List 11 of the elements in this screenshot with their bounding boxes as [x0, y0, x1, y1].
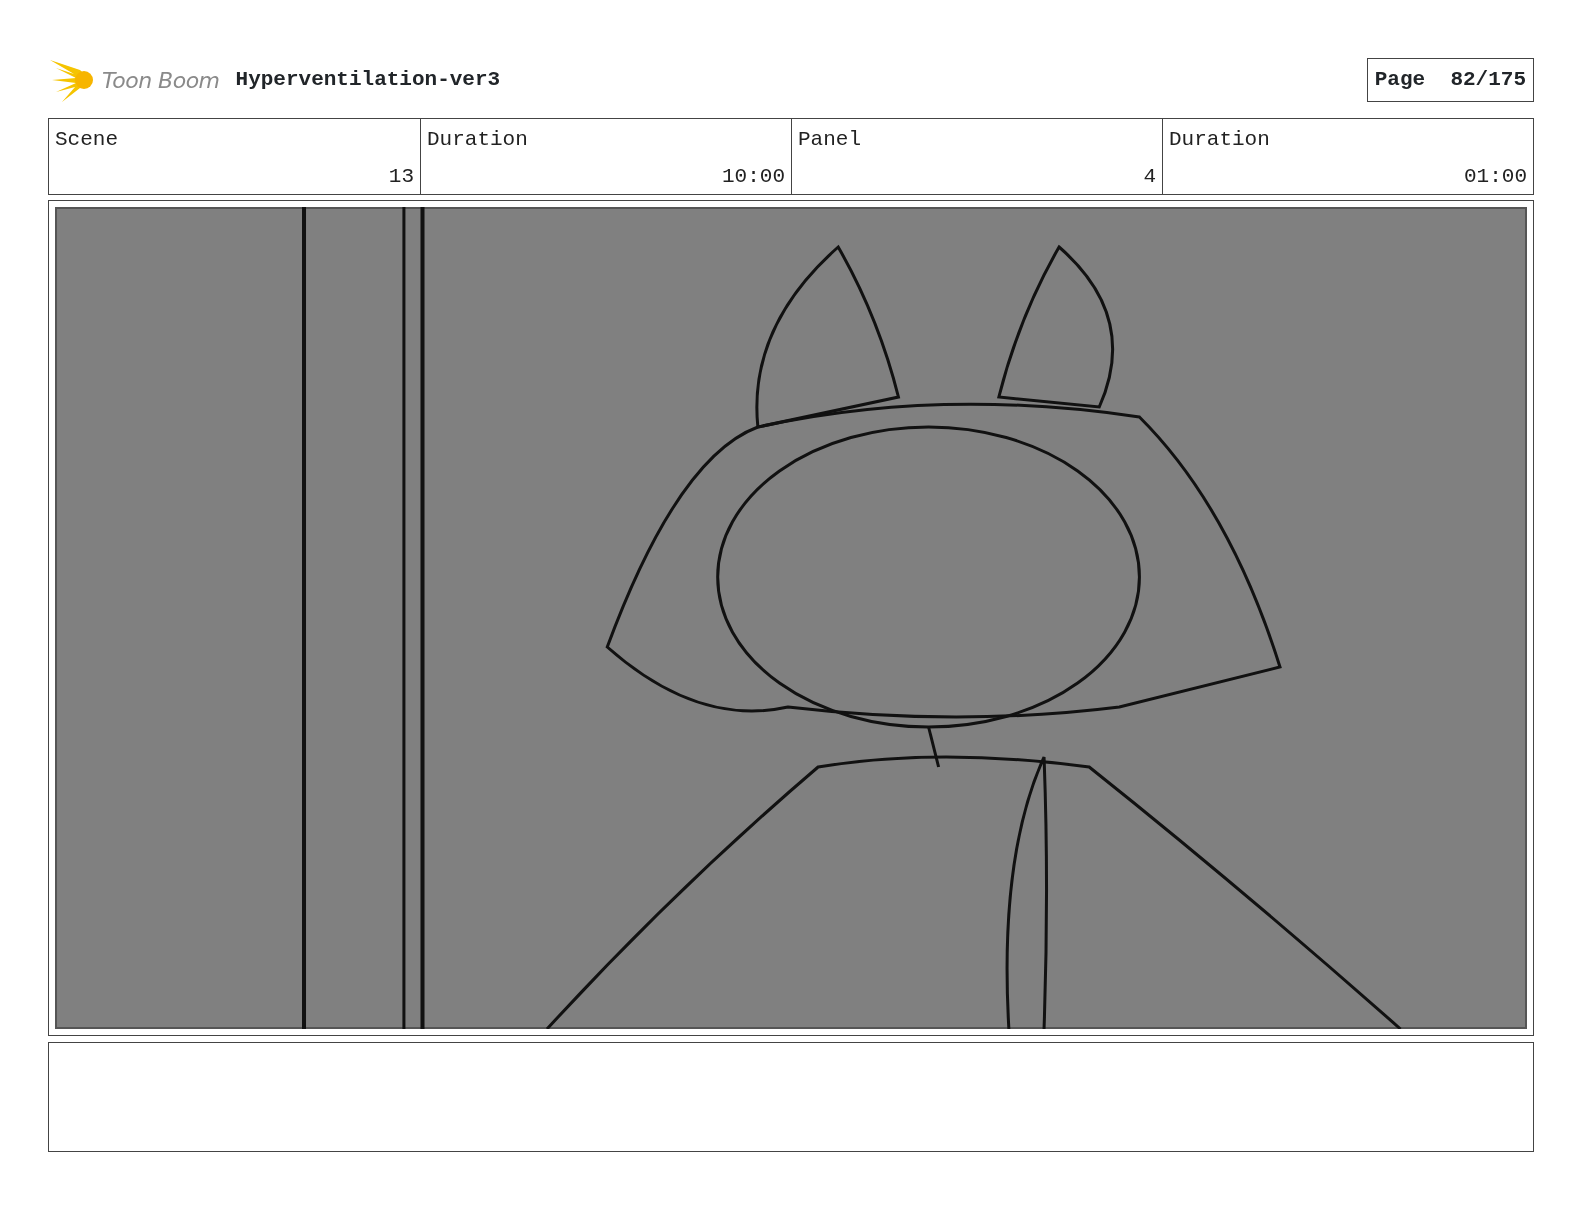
- page-counter: Page 82/175: [1366, 58, 1534, 102]
- field-label: Scene: [55, 127, 118, 153]
- field-value: 01:00: [1464, 163, 1527, 190]
- field-label: Panel: [798, 127, 861, 153]
- field-value: 10:00: [722, 163, 785, 190]
- logo-text: Toon Boom: [102, 66, 220, 95]
- storyboard-title: Hyperventilation-ver3: [235, 67, 501, 94]
- field-label: Duration: [1169, 127, 1270, 153]
- field-label: Duration: [427, 127, 528, 153]
- field-value: 13: [388, 163, 414, 190]
- field-value: 4: [1143, 163, 1156, 190]
